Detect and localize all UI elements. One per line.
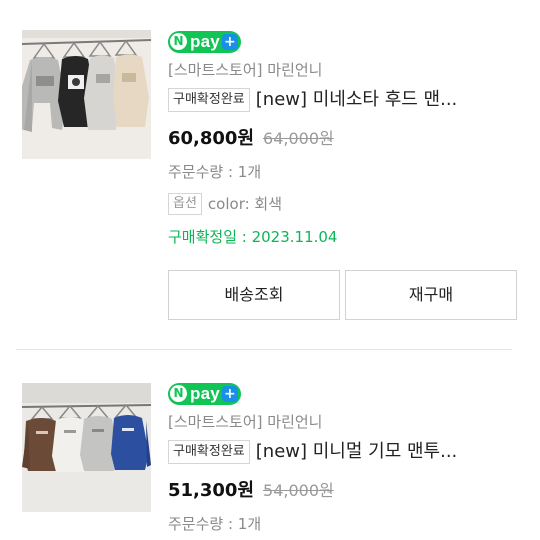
naver-n-icon: N — [170, 33, 187, 50]
status-badge: 구매확정완료 — [168, 439, 250, 464]
npay-plus-badge: N pay + — [168, 30, 241, 53]
order-divider — [16, 349, 512, 350]
store-name[interactable]: [스마트스토어] 마린언니 — [168, 412, 528, 432]
sale-price: 51,300원 — [168, 479, 255, 501]
sale-price: 60,800원 — [168, 127, 255, 149]
option-badge: 옵션 — [168, 192, 202, 215]
naver-n-icon: N — [170, 385, 187, 402]
price-row: 60,800원 64,000원 — [168, 124, 528, 150]
product-thumbnail[interactable] — [22, 30, 151, 159]
npay-label: pay — [190, 31, 220, 51]
original-price: 64,000원 — [263, 128, 334, 148]
npay-plus-badge: N pay + — [168, 382, 241, 405]
original-price: 54,000원 — [263, 480, 334, 500]
purchase-confirm-date: 구매확정일 : 2023.11.04 — [168, 227, 338, 246]
option-value: color: 회색 — [207, 195, 283, 213]
order-info: N pay + [스마트스토어] 마린언니 구매확정완료 [new] 미니멀 기… — [168, 382, 528, 534]
product-title-row[interactable]: 구매확정완료 [new] 미네소타 후드 맨... — [168, 87, 528, 112]
sweatshirts-on-rack-image — [22, 383, 151, 512]
order-quantity: 주문수량 : 1개 — [168, 514, 262, 533]
product-name[interactable]: [new] 미니멀 기모 맨투... — [256, 440, 458, 464]
rebuy-button[interactable]: 재구매 — [345, 270, 517, 320]
price-row: 51,300원 54,000원 — [168, 476, 528, 502]
product-thumbnail[interactable] — [22, 383, 151, 512]
delivery-tracking-button[interactable]: 배송조회 — [168, 270, 340, 320]
order-quantity: 주문수량 : 1개 — [168, 162, 262, 181]
order-info: N pay + [스마트스토어] 마린언니 구매확정완료 [new] 미네소타 … — [168, 30, 528, 247]
npay-label: pay — [190, 383, 220, 403]
status-badge: 구매확정완료 — [168, 87, 250, 112]
order-card: N pay + [스마트스토어] 마린언니 구매확정완료 [new] 미네소타 … — [0, 0, 540, 345]
product-name[interactable]: [new] 미네소타 후드 맨... — [256, 88, 458, 112]
order-card: N pay + [스마트스토어] 마린언니 구매확정완료 [new] 미니멀 기… — [0, 355, 540, 540]
plus-icon: + — [221, 385, 238, 402]
plus-icon: + — [221, 33, 238, 50]
product-title-row[interactable]: 구매확정완료 [new] 미니멀 기모 맨투... — [168, 439, 528, 464]
hoodies-on-rack-image — [22, 30, 151, 159]
option-row: 옵션 color: 회색 — [168, 192, 528, 215]
store-name[interactable]: [스마트스토어] 마린언니 — [168, 60, 528, 80]
